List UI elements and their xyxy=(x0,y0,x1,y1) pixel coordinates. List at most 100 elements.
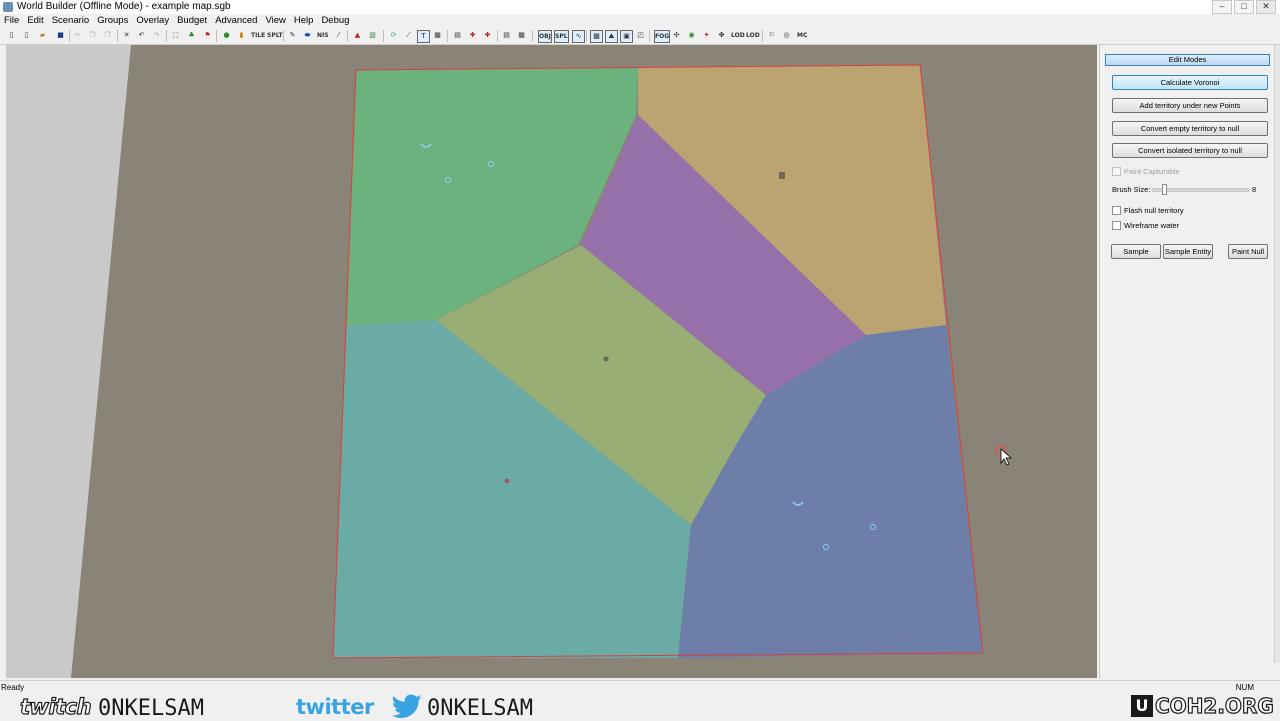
coh2-logo-mark: U xyxy=(1131,695,1153,717)
edit-modes-header[interactable]: Edit Modes xyxy=(1105,54,1270,66)
menu-help[interactable]: Help xyxy=(290,14,318,28)
sample-entity-button[interactable]: Sample Entity xyxy=(1163,244,1213,259)
territory-icon[interactable]: ● xyxy=(221,30,232,41)
add-territory-button[interactable]: Add territory under new Points xyxy=(1112,98,1268,113)
layers-icon[interactable]: ▤ xyxy=(501,30,512,41)
brush-size-slider-thumb[interactable] xyxy=(1161,184,1167,195)
map-canvas[interactable] xyxy=(6,45,1097,678)
spl-tool-label[interactable]: SPL xyxy=(554,30,569,43)
twitch-handle: 0NKELSAM xyxy=(98,696,204,721)
mc-tool-label[interactable]: MC xyxy=(797,30,807,41)
menu-edit[interactable]: Edit xyxy=(23,14,47,28)
coh2-logo-text: COH2.ORG xyxy=(1154,693,1274,718)
convert-isolated-territory-button[interactable]: Convert isolated territory to null xyxy=(1112,143,1268,158)
flash-null-label: Flash null territory xyxy=(1124,205,1184,215)
paint-null-button[interactable]: Paint Null xyxy=(1228,244,1268,259)
maximize-button[interactable]: □ xyxy=(1234,0,1254,14)
paste-icon[interactable]: ❐ xyxy=(102,30,113,41)
checker-icon[interactable]: ▩ xyxy=(590,30,603,43)
lod-tool-label[interactable]: LOD xyxy=(731,30,745,41)
stream-overlay: twitch 0NKELSAM twitter 0NKELSAM U COH2.… xyxy=(0,693,1280,721)
edit-modes-panel: Edit Modes Calculate Voronoi Add territo… xyxy=(1099,45,1280,678)
menu-groups[interactable]: Groups xyxy=(93,14,132,28)
squad-icon[interactable]: ✤ xyxy=(716,30,727,41)
water-icon[interactable]: ⬬ xyxy=(302,30,313,41)
convert-empty-territory-button[interactable]: Convert empty territory to null xyxy=(1112,121,1268,136)
obj-tool-label[interactable]: OBJ xyxy=(538,30,552,43)
menu-scenario[interactable]: Scenario xyxy=(48,14,94,28)
sample-button[interactable]: Sample xyxy=(1111,244,1161,259)
pin-icon[interactable]: ✚ xyxy=(467,30,478,41)
calculate-voronoi-button[interactable]: Calculate Voronoi xyxy=(1112,75,1268,90)
window-title: World Builder (Offline Mode) - example m… xyxy=(17,1,231,12)
status-text: Ready xyxy=(1,683,25,692)
marker-icon[interactable]: ▲ xyxy=(352,30,363,41)
paint-capturable-label: Paint Capturable xyxy=(1124,166,1180,176)
spline-icon[interactable]: ∿ xyxy=(572,30,585,43)
cut-icon[interactable]: ✂ xyxy=(72,30,83,41)
light-icon[interactable]: ▮ xyxy=(236,30,247,41)
grid-icon[interactable]: ▦ xyxy=(432,30,443,41)
panel-scrollbar[interactable] xyxy=(1274,45,1280,663)
flash-null-checkbox[interactable] xyxy=(1112,205,1121,215)
flag-icon[interactable]: ⚑ xyxy=(202,30,213,41)
fog-tool-label[interactable]: FOG xyxy=(654,30,671,43)
num-lock-indicator: NUM xyxy=(1235,683,1254,692)
refresh-icon[interactable]: ⟳ xyxy=(388,30,399,41)
table-icon[interactable]: ▤ xyxy=(452,30,463,41)
flash-null-row: Flash null territory xyxy=(1112,205,1184,215)
object-marker xyxy=(779,172,785,179)
image-icon[interactable]: ▣ xyxy=(620,30,633,43)
undo-icon[interactable]: ↶ xyxy=(136,30,147,41)
target-icon[interactable]: ◎ xyxy=(781,30,792,41)
map-viewport[interactable] xyxy=(6,45,1097,678)
coh2-logo: U COH2.ORG xyxy=(1131,693,1274,719)
brush-size-value: 8 xyxy=(1252,185,1257,194)
menu-bar: File Edit Scenario Groups Overlay Budget… xyxy=(0,14,1280,28)
delete-icon[interactable]: ✕ xyxy=(121,30,132,41)
menu-view[interactable]: View xyxy=(261,14,289,28)
brush-size-slider[interactable] xyxy=(1152,188,1249,192)
tile-tool-label[interactable]: TILE xyxy=(251,30,265,41)
flag-outline-icon[interactable]: ⚐ xyxy=(766,30,777,41)
twitter-handle: 0NKELSAM xyxy=(427,696,533,721)
path-icon[interactable]: ⁄ xyxy=(333,30,344,41)
split-tool-label[interactable]: SPLT xyxy=(267,30,283,41)
paint-capturable-checkbox[interactable] xyxy=(1112,166,1121,176)
save-icon[interactable]: ■ xyxy=(55,30,66,41)
status-bar: Ready NUM xyxy=(0,680,1280,695)
minimize-button[interactable]: – xyxy=(1212,0,1232,14)
text-tool-icon[interactable]: T xyxy=(417,30,430,43)
pin-alt-icon[interactable]: ✚ xyxy=(482,30,493,41)
lod2-tool-label[interactable]: LOD xyxy=(746,30,760,41)
open-folder-icon[interactable]: ▰ xyxy=(37,30,48,41)
line-icon[interactable]: ⟋ xyxy=(403,30,414,41)
redo-icon[interactable]: ↷ xyxy=(151,30,162,41)
blocks-icon[interactable]: ▦ xyxy=(516,30,527,41)
chart-icon[interactable]: ▥ xyxy=(367,30,378,41)
fx-icon[interactable]: ✣ xyxy=(671,30,682,41)
terrain-icon[interactable]: ⛰ xyxy=(605,30,618,43)
tree-icon[interactable]: ♣ xyxy=(186,30,197,41)
new-map-icon[interactable]: ▯ xyxy=(21,30,32,41)
wireframe-water-row: Wireframe water xyxy=(1112,220,1179,230)
pen-icon[interactable]: ✎ xyxy=(287,30,298,41)
menu-file[interactable]: File xyxy=(0,14,23,28)
new-file-icon[interactable]: ▯ xyxy=(6,30,17,41)
unit-icon[interactable]: ✦ xyxy=(701,30,712,41)
nis-tool-label[interactable]: NIS xyxy=(317,30,329,41)
toolbar: ▯ ▯ ▰ ■ ✂ ❐ ❐ ✕ ↶ ↷ ⬚ ♣ ⚑ ● ▮ TILE SPLT … xyxy=(0,28,1280,45)
menu-debug[interactable]: Debug xyxy=(317,14,353,28)
select-icon[interactable]: ⬚ xyxy=(170,30,181,41)
close-button[interactable]: ✕ xyxy=(1256,0,1276,14)
title-bar: World Builder (Offline Mode) - example m… xyxy=(0,0,1280,15)
wireframe-water-checkbox[interactable] xyxy=(1112,220,1121,230)
wireframe-water-label: Wireframe water xyxy=(1124,220,1180,230)
paint-capturable-row: Paint Capturable xyxy=(1112,166,1180,176)
menu-overlay[interactable]: Overlay xyxy=(132,14,173,28)
menu-budget[interactable]: Budget xyxy=(173,14,211,28)
copy-icon[interactable]: ❐ xyxy=(87,30,98,41)
globe-icon[interactable]: ◉ xyxy=(686,30,697,41)
menu-advanced[interactable]: Advanced xyxy=(211,14,261,28)
camera-icon[interactable]: ◰ xyxy=(635,30,646,41)
